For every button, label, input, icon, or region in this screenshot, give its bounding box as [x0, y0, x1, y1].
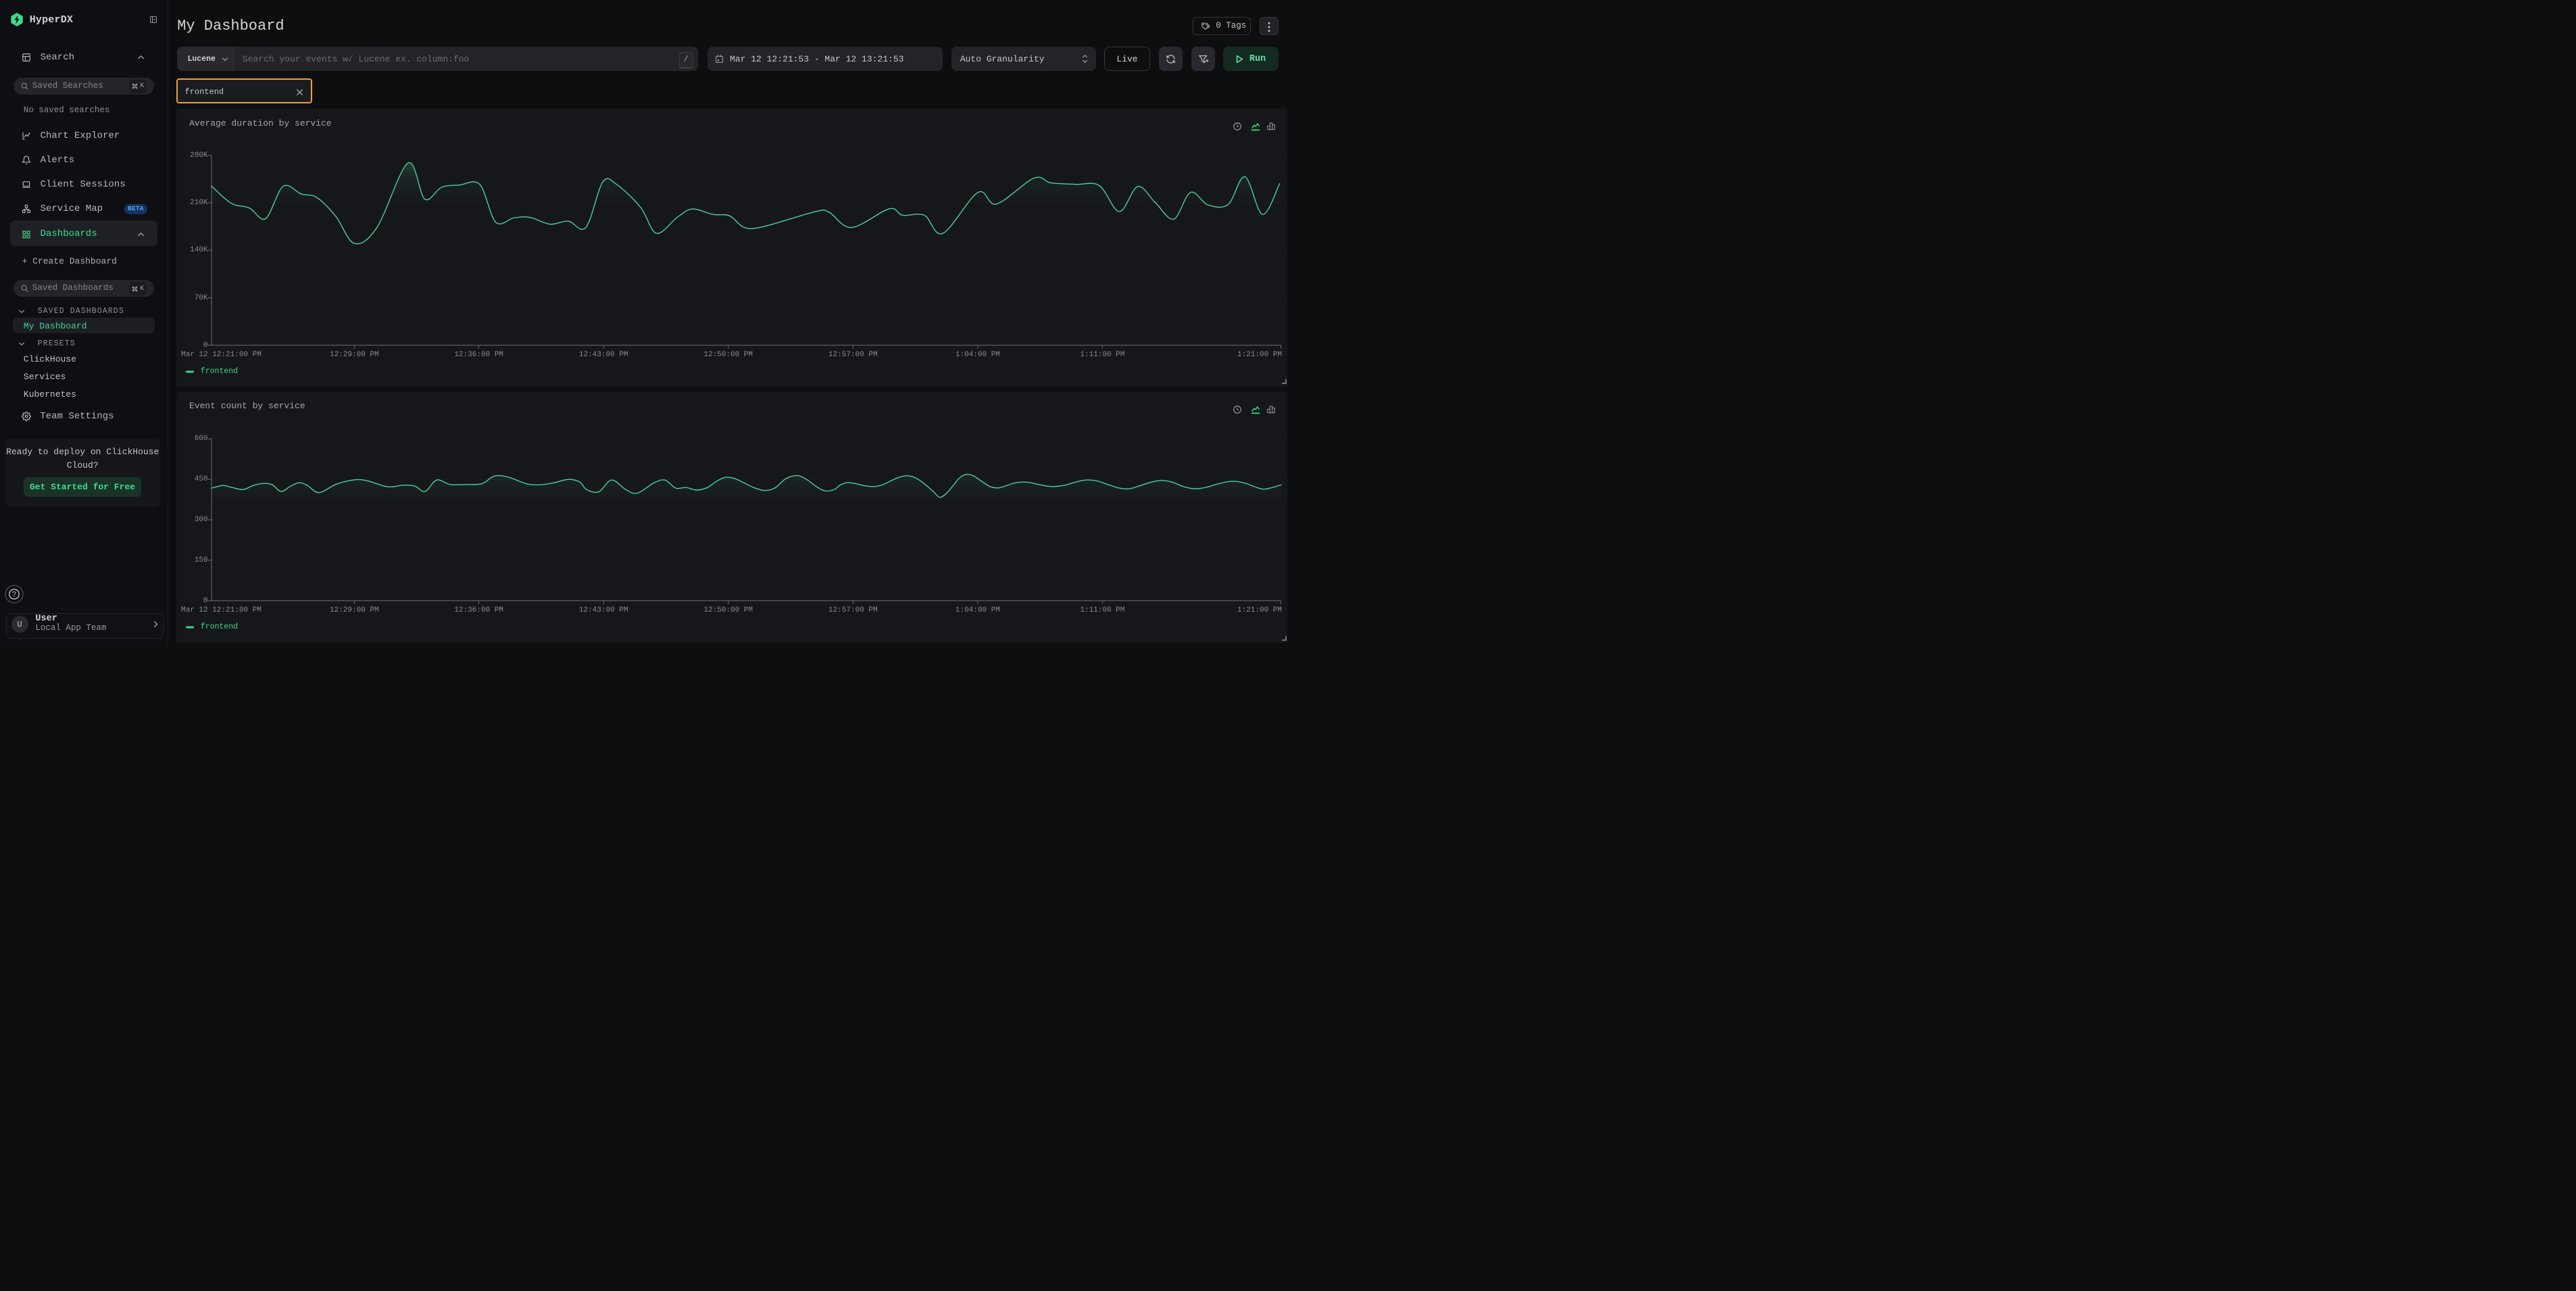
svg-text:?: ?	[12, 591, 17, 600]
